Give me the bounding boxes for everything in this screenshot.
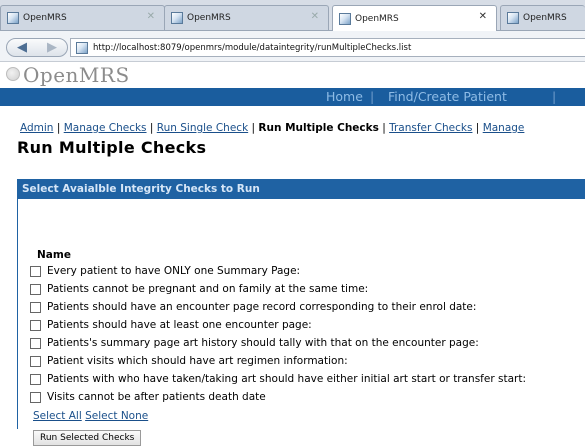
subnav-manage-link[interactable]: Manage	[483, 122, 525, 134]
selection-links: Select All Select None	[33, 410, 148, 422]
name-column-header: Name	[37, 249, 71, 261]
select-none-link[interactable]: Select None	[85, 410, 148, 422]
check-checkbox[interactable]	[30, 337, 41, 349]
openmrs-logo-text[interactable]: OpenMRS	[23, 63, 130, 87]
module-subnav: Admin | Manage Checks | Run Single Check…	[20, 122, 524, 134]
subnav-separator: |	[149, 122, 154, 134]
check-row: Patients's summary page art history shou…	[30, 337, 479, 349]
favicon-icon	[7, 12, 19, 24]
browser-tab-1[interactable]: OpenMRS ✕	[0, 5, 165, 30]
check-label: Patient visits which should have art reg…	[47, 355, 348, 367]
nav-find-patient-link[interactable]: Find/Create Patient	[388, 89, 507, 104]
openmrs-logo-icon	[6, 67, 20, 81]
subnav-separator: |	[251, 122, 256, 134]
close-tab-icon[interactable]: ✕	[311, 11, 319, 22]
check-checkbox[interactable]	[30, 391, 41, 403]
browser-tab-4[interactable]: OpenMRS	[500, 5, 585, 30]
subnav-transfer-checks-link[interactable]: Transfer Checks	[389, 122, 472, 134]
check-label: Visits cannot be after patients death da…	[47, 391, 266, 403]
browser-tab-3-active[interactable]: OpenMRS ✕	[332, 5, 497, 31]
check-row: Every patient to have ONLY one Summary P…	[30, 265, 300, 277]
check-row: Patients should have at least one encoun…	[30, 319, 312, 331]
check-row: Patients should have an encounter page r…	[30, 301, 476, 313]
nav-home-link[interactable]: Home	[326, 89, 363, 104]
url-text: http://localhost:8079/openmrs/module/dat…	[93, 42, 412, 53]
url-input[interactable]: http://localhost:8079/openmrs/module/dat…	[70, 38, 585, 57]
forward-arrow-icon[interactable]: ▶	[47, 40, 57, 55]
check-label: Patients should have at least one encoun…	[47, 319, 312, 331]
check-label: Patients with who have taken/taking art …	[47, 373, 526, 385]
favicon-icon	[171, 12, 183, 24]
page-title: Run Multiple Checks	[17, 138, 207, 157]
tab-title: OpenMRS	[523, 13, 567, 23]
subnav-manage-checks-link[interactable]: Manage Checks	[64, 122, 147, 134]
favicon-icon	[339, 12, 351, 25]
subnav-admin-link[interactable]: Admin	[20, 122, 53, 134]
subnav-run-single-check-link[interactable]: Run Single Check	[157, 122, 248, 134]
check-checkbox[interactable]	[30, 373, 41, 385]
check-checkbox[interactable]	[30, 355, 41, 367]
nav-separator: |	[552, 89, 557, 104]
favicon-icon	[507, 12, 519, 24]
select-all-link[interactable]: Select All	[33, 410, 82, 422]
check-checkbox[interactable]	[30, 265, 41, 277]
check-row: Visits cannot be after patients death da…	[30, 391, 266, 403]
subnav-separator: |	[475, 122, 480, 134]
page-favicon-icon	[76, 41, 88, 54]
check-label: Every patient to have ONLY one Summary P…	[47, 265, 301, 277]
back-arrow-icon[interactable]: ◀	[17, 40, 27, 55]
check-label: Patients cannot be pregnant and on famil…	[47, 283, 369, 295]
subnav-separator: |	[382, 122, 386, 134]
subnav-run-multiple-checks-current: Run Multiple Checks	[258, 122, 379, 134]
tab-title: OpenMRS	[23, 13, 67, 23]
close-tab-icon[interactable]: ✕	[479, 11, 487, 22]
check-row: Patients with who have taken/taking art …	[30, 373, 526, 385]
nav-buttons: ◀ ▶	[6, 38, 68, 57]
check-label: Patients should have an encounter page r…	[47, 301, 477, 313]
check-label: Patients's summary page art history shou…	[47, 337, 479, 349]
run-selected-checks-button[interactable]: Run Selected Checks	[33, 430, 142, 446]
top-navigation-bar: Home | Find/Create Patient |	[0, 88, 585, 106]
check-row: Patients cannot be pregnant and on famil…	[30, 283, 368, 295]
check-checkbox[interactable]	[30, 301, 41, 313]
check-checkbox[interactable]	[30, 319, 41, 331]
checks-box-header: Select Avaialble Integrity Checks to Run	[17, 179, 585, 199]
check-checkbox[interactable]	[30, 283, 41, 295]
nav-separator: |	[370, 89, 375, 104]
close-tab-icon[interactable]: ✕	[147, 11, 155, 22]
subnav-separator: |	[56, 122, 61, 134]
browser-tab-2[interactable]: OpenMRS ✕	[164, 5, 329, 30]
tab-title: OpenMRS	[355, 13, 399, 24]
tab-title: OpenMRS	[187, 13, 231, 23]
check-row: Patient visits which should have art reg…	[30, 355, 348, 367]
